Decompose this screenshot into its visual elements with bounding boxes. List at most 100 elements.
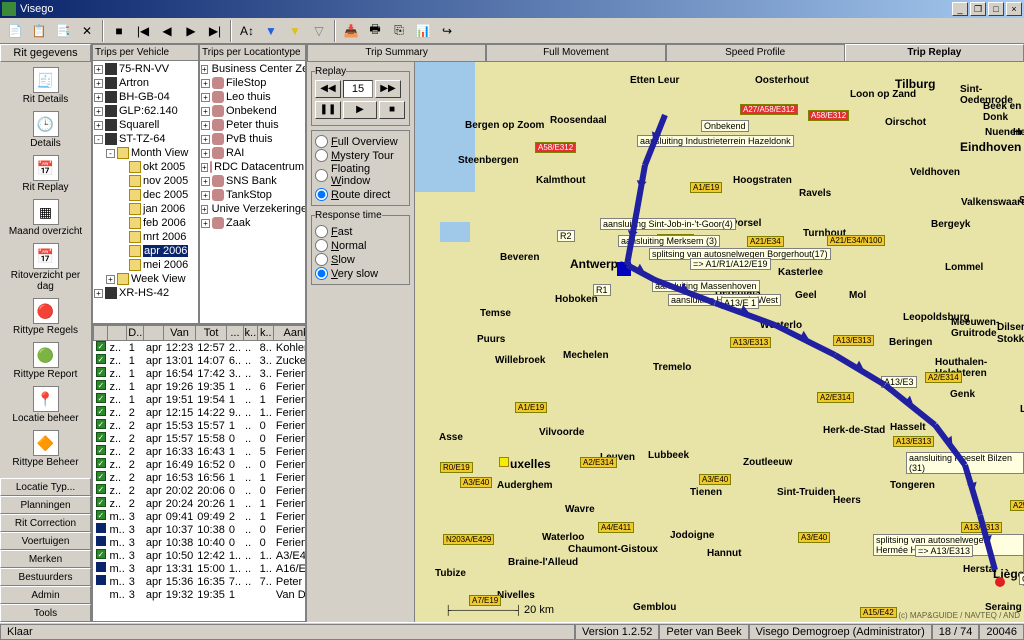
- nav-details[interactable]: 🕒Details: [2, 108, 89, 152]
- table-row[interactable]: z..2apr16:4916:520..0Feriendorf H: [94, 458, 307, 471]
- table-row[interactable]: z..1apr13:0114:076....3..Zuckerbergs: [94, 354, 307, 367]
- expand-icon[interactable]: +: [201, 121, 210, 130]
- tab-trip-summary[interactable]: Trip Summary: [307, 44, 486, 61]
- expand-icon[interactable]: +: [201, 205, 208, 214]
- tree-node[interactable]: +Unive Verzekeringen: [201, 202, 304, 216]
- nav-bottom-rit-correction[interactable]: Rit Correction: [0, 514, 91, 532]
- tab-trip-replay[interactable]: Trip Replay: [845, 44, 1024, 61]
- expand-icon[interactable]: +: [201, 93, 210, 102]
- nav-bottom-merken[interactable]: Merken: [0, 550, 91, 568]
- nav-bottom-admin[interactable]: Admin: [0, 586, 91, 604]
- tree-node[interactable]: +TankStop: [201, 188, 304, 202]
- radio-mystery-tour[interactable]: Mystery Tour: [315, 149, 406, 162]
- expand-icon[interactable]: +: [106, 275, 115, 284]
- table-row[interactable]: m..3apr10:5012:421....1..A3/E40 463: [94, 549, 307, 562]
- toolbar-btn-15[interactable]: ⎘: [388, 20, 410, 42]
- table-row[interactable]: z..2apr16:3316:431..5Feriendorf H: [94, 445, 307, 458]
- table-row[interactable]: z..2apr20:2420:261..1Feriendorf H: [94, 497, 307, 510]
- tree-node[interactable]: +XR-HS-42: [94, 286, 197, 300]
- expand-icon[interactable]: +: [201, 177, 210, 186]
- tree-node[interactable]: +Business Center Zeve: [201, 62, 304, 76]
- radio-input[interactable]: [315, 253, 328, 266]
- tree-node[interactable]: mei 2006: [94, 258, 197, 272]
- tree-node[interactable]: +Week View: [94, 272, 197, 286]
- table-row[interactable]: m..3apr15:3616:357....7..Peter van Be: [94, 575, 307, 588]
- table-row[interactable]: z..1apr16:5417:423....3..Feriendorf H: [94, 367, 307, 380]
- table-row[interactable]: z..2apr15:5715:580..0Feriendorf H: [94, 432, 307, 445]
- tree-node[interactable]: +GLP:62.140: [94, 104, 197, 118]
- table-row[interactable]: z..2apr16:5316:561..1Feriendorf H: [94, 471, 307, 484]
- tree-node[interactable]: +Squarell: [94, 118, 197, 132]
- radio-fast[interactable]: Fast: [315, 225, 406, 238]
- radio-input[interactable]: [315, 239, 328, 252]
- expand-icon[interactable]: -: [94, 135, 103, 144]
- nav-locatie-beheer[interactable]: 📍Locatie beheer: [2, 383, 89, 427]
- tree-node[interactable]: dec 2005: [94, 188, 197, 202]
- tree-node[interactable]: -ST-TZ-64: [94, 132, 197, 146]
- tree-node[interactable]: mrt 2006: [94, 230, 197, 244]
- tree-node[interactable]: +Artron: [94, 76, 197, 90]
- table-row[interactable]: z..1apr19:5119:541..1Feriendorf H: [94, 393, 307, 406]
- col-header[interactable]: Van: [164, 326, 196, 341]
- tree-node[interactable]: +Zaak: [201, 216, 304, 230]
- col-header[interactable]: k..: [243, 326, 258, 341]
- expand-icon[interactable]: +: [94, 121, 103, 130]
- radio-slow[interactable]: Slow: [315, 253, 406, 266]
- tree-node[interactable]: apr 2006: [94, 244, 197, 258]
- table-row[interactable]: m..3apr10:3710:380..0Feriendorf H: [94, 523, 307, 536]
- toolbar-btn-12[interactable]: ▽: [308, 20, 330, 42]
- nav-bottom-bestuurders[interactable]: Bestuurders: [0, 568, 91, 586]
- table-row[interactable]: m..3apr09:4109:492..1Feriendorf H: [94, 510, 307, 523]
- toolbar-btn-3[interactable]: ✕: [76, 20, 98, 42]
- nav-rittype-beheer[interactable]: 🔶Rittype Beheer: [2, 427, 89, 471]
- toolbar-btn-6[interactable]: ◀: [156, 20, 178, 42]
- expand-icon[interactable]: -: [106, 149, 115, 158]
- table-row[interactable]: z..1apr19:2619:351..6Feriendorf H: [94, 380, 307, 393]
- expand-icon[interactable]: +: [201, 149, 210, 158]
- toolbar-btn-11[interactable]: ▼: [284, 20, 306, 42]
- toolbar-btn-2[interactable]: 📑: [52, 20, 74, 42]
- toolbar-btn-8[interactable]: ▶|: [204, 20, 226, 42]
- expand-icon[interactable]: +: [201, 79, 210, 88]
- col-header[interactable]: [108, 326, 127, 341]
- toolbar-btn-0[interactable]: 📄: [4, 20, 26, 42]
- toolbar-btn-5[interactable]: |◀: [132, 20, 154, 42]
- nav-rittype-regels[interactable]: 🔴Rittype Regels: [2, 295, 89, 339]
- radio-input[interactable]: [315, 149, 328, 162]
- radio-normal[interactable]: Normal: [315, 239, 406, 252]
- stop-button[interactable]: ■: [379, 101, 405, 119]
- pause-button[interactable]: ❚❚: [315, 101, 341, 119]
- tree-node[interactable]: +PvB thuis: [201, 132, 304, 146]
- tree-node[interactable]: nov 2005: [94, 174, 197, 188]
- radio-route-direct[interactable]: Route direct: [315, 188, 406, 201]
- expand-icon[interactable]: +: [94, 289, 103, 298]
- tree-node[interactable]: -Month View: [94, 146, 197, 160]
- restore-button[interactable]: ❐: [970, 2, 986, 16]
- col-header[interactable]: k..: [258, 326, 274, 341]
- col-header[interactable]: ...: [227, 326, 243, 341]
- expand-icon[interactable]: +: [201, 65, 208, 74]
- table-row[interactable]: m..3apr10:3810:400..0Feriendorf H: [94, 536, 307, 549]
- map-canvas[interactable]: TilburgEindhovenAntwerpenuxellesMaastric…: [415, 62, 1024, 622]
- toolbar-btn-9[interactable]: A↕: [236, 20, 258, 42]
- nav-rit-replay[interactable]: 📅Rit Replay: [2, 152, 89, 196]
- col-header[interactable]: [94, 326, 108, 341]
- nav-bottom-voertuigen[interactable]: Voertuigen: [0, 532, 91, 550]
- tree-node[interactable]: +BH-GB-04: [94, 90, 197, 104]
- trip-grid[interactable]: D..VanTot...k..k..Aankomstz..1apr12:2312…: [92, 324, 306, 622]
- close-button[interactable]: ×: [1006, 2, 1022, 16]
- col-header[interactable]: [144, 326, 164, 341]
- tree-node[interactable]: +FileStop: [201, 76, 304, 90]
- tree-node[interactable]: feb 2006: [94, 216, 197, 230]
- nav-bottom-locatie-typ-[interactable]: Locatie Typ...: [0, 478, 91, 496]
- tree-node[interactable]: +75-RN-VV: [94, 62, 197, 76]
- table-row[interactable]: m..3apr19:3219:351Van Der Vo: [94, 588, 307, 601]
- col-header[interactable]: Tot: [195, 326, 227, 341]
- expand-icon[interactable]: +: [201, 163, 208, 172]
- toolbar-btn-17[interactable]: ↪: [436, 20, 458, 42]
- tree-node[interactable]: jan 2006: [94, 202, 197, 216]
- table-row[interactable]: z..2apr20:0220:060..0Feriendorf H: [94, 484, 307, 497]
- tab-speed-profile[interactable]: Speed Profile: [666, 44, 845, 61]
- toolbar-btn-14[interactable]: 🖶: [364, 20, 386, 42]
- left-nav-header[interactable]: Rit gegevens: [0, 44, 91, 62]
